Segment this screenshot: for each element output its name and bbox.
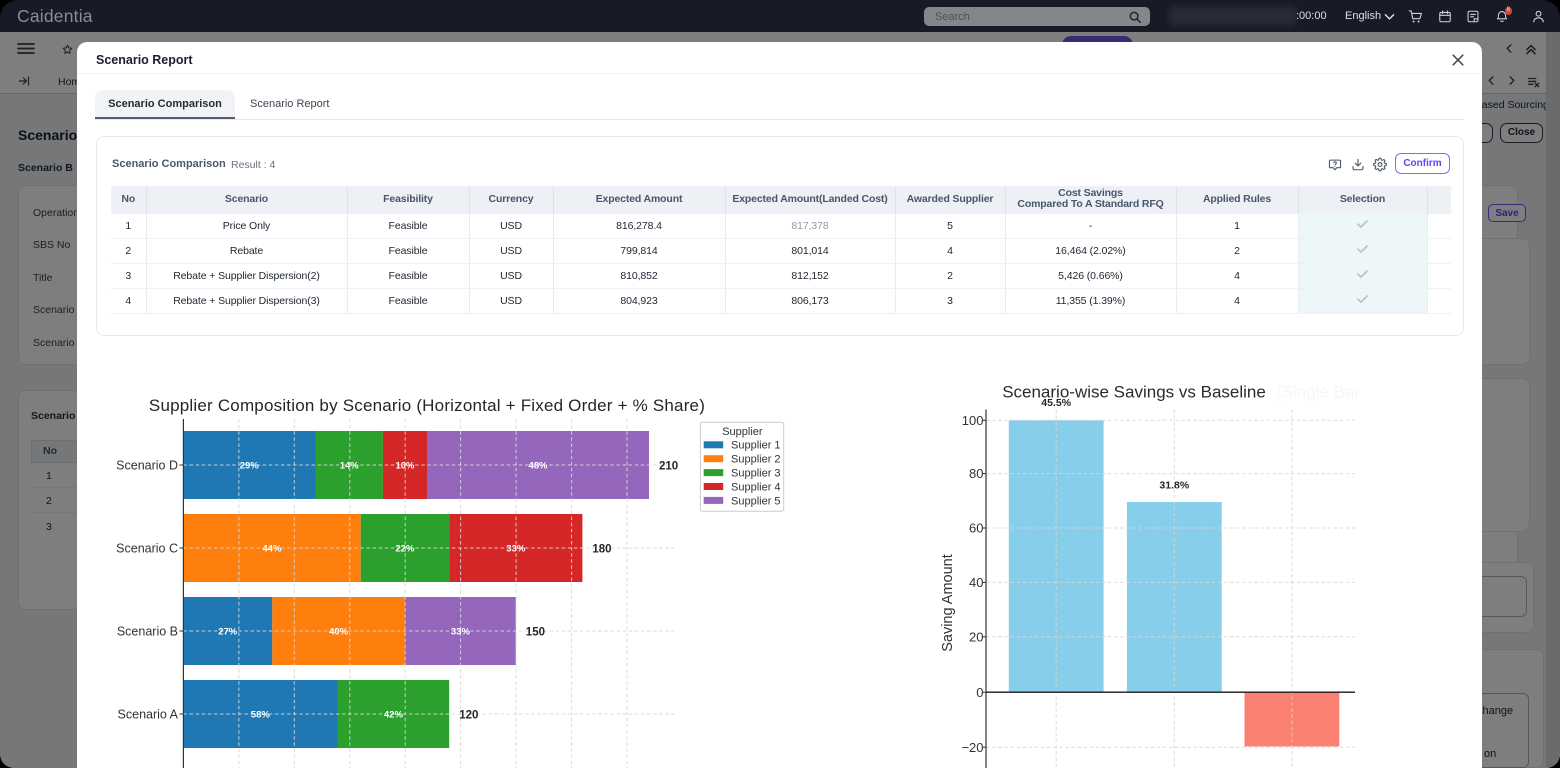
svg-text:58%: 58% <box>251 709 271 720</box>
svg-text:60: 60 <box>969 521 983 536</box>
svg-text:29%: 29% <box>240 460 260 471</box>
svg-text:42%: 42% <box>384 709 404 720</box>
svg-text:40: 40 <box>969 575 983 590</box>
svg-text:Supplier 1: Supplier 1 <box>731 440 781 452</box>
svg-text:31.8%: 31.8% <box>1159 480 1189 492</box>
svg-text:80: 80 <box>969 466 983 481</box>
svg-text:Scenario B: Scenario B <box>117 624 178 638</box>
svg-text:Supplier Composition by Scenar: Supplier Composition by Scenario (Horizo… <box>149 396 705 415</box>
svg-text:Scenario D: Scenario D <box>116 458 178 472</box>
svg-text:22%: 22% <box>395 543 415 554</box>
svg-text:20: 20 <box>969 629 983 644</box>
svg-text:0: 0 <box>976 685 983 700</box>
svg-text:14%: 14% <box>340 460 360 471</box>
svg-text:Scenario C: Scenario C <box>116 541 178 555</box>
svg-text:(Single Bar: (Single Bar <box>1276 383 1360 402</box>
svg-text:Supplier 5: Supplier 5 <box>731 495 781 507</box>
svg-text:180: 180 <box>592 544 611 556</box>
svg-text:33%: 33% <box>451 626 471 637</box>
svg-text:40%: 40% <box>329 626 349 637</box>
svg-text:210: 210 <box>659 461 678 473</box>
svg-text:120: 120 <box>459 710 478 722</box>
svg-text:Supplier: Supplier <box>722 426 763 438</box>
svg-text:10%: 10% <box>395 460 415 471</box>
svg-text:150: 150 <box>526 627 545 639</box>
svg-text:44%: 44% <box>262 543 282 554</box>
svg-text:45.5%: 45.5% <box>1041 397 1071 409</box>
svg-text:27%: 27% <box>218 626 238 637</box>
svg-text:Supplier 3: Supplier 3 <box>731 468 781 480</box>
svg-text:Supplier 4: Supplier 4 <box>731 481 781 493</box>
svg-text:Saving Amount: Saving Amount <box>940 554 956 652</box>
svg-text:−20: −20 <box>961 740 983 755</box>
svg-text:Supplier 2: Supplier 2 <box>731 454 781 466</box>
svg-text:Scenario A: Scenario A <box>118 707 179 721</box>
svg-text:100: 100 <box>962 413 984 428</box>
svg-text:33%: 33% <box>506 543 526 554</box>
svg-text:48%: 48% <box>528 460 548 471</box>
